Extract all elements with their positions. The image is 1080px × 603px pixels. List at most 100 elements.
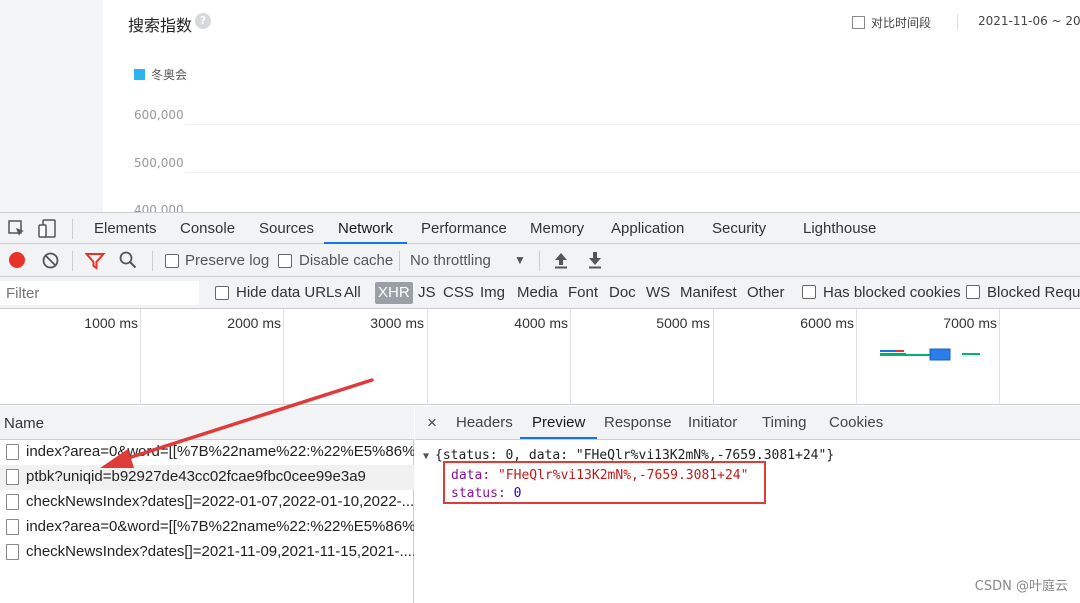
record-icon[interactable] <box>9 252 25 268</box>
device-toolbar-icon[interactable] <box>38 219 58 239</box>
toolbar-divider <box>399 251 400 271</box>
compare-period-label: 对比时间段 <box>871 16 932 30</box>
disable-cache-checkbox[interactable] <box>278 254 292 268</box>
search-icon[interactable] <box>119 251 137 269</box>
tab-security[interactable]: Security <box>712 213 766 244</box>
tab-elements[interactable]: Elements <box>94 213 157 244</box>
expand-triangle-icon[interactable]: ▼ <box>423 451 429 462</box>
filter-type-other[interactable]: Other <box>747 282 785 304</box>
tab-memory[interactable]: Memory <box>530 213 584 244</box>
document-icon <box>6 494 19 510</box>
timeline-gridline <box>427 309 428 405</box>
filter-bar: Hide data URLs All XHR JS CSS Img Media … <box>0 277 1080 309</box>
timeline-tick-label: 7000 ms <box>943 315 997 331</box>
filter-input[interactable] <box>0 281 199 305</box>
tab-application[interactable]: Application <box>611 213 684 244</box>
y-tick-label: 600,000 <box>134 108 184 122</box>
grid-line <box>185 172 1080 173</box>
timeline-tick-label: 5000 ms <box>656 315 710 331</box>
request-row[interactable]: index?area=0&word=[[%7B%22name%22:%22%E5… <box>0 515 414 540</box>
request-list-pane: Name index?area=0&word=[[%7B%22name%22:%… <box>0 406 414 603</box>
tab-headers[interactable]: Headers <box>456 406 513 439</box>
clear-icon[interactable] <box>42 252 59 269</box>
toolbar-divider <box>72 219 73 239</box>
timeline-gridline <box>856 309 857 405</box>
devtools-tab-bar: Elements Console Sources Network Perform… <box>0 212 1080 244</box>
timeline-gridline <box>570 309 571 405</box>
request-timing-bars <box>880 348 980 361</box>
request-detail-pane: × Headers Preview Response Initiator Tim… <box>415 406 1080 603</box>
disable-cache-label: Disable cache <box>299 252 394 269</box>
timeline-tick-label: 6000 ms <box>800 315 854 331</box>
help-icon[interactable]: ? <box>195 13 211 29</box>
close-icon[interactable]: × <box>427 406 437 439</box>
inspect-element-icon[interactable] <box>8 220 26 238</box>
tab-sources[interactable]: Sources <box>259 213 314 244</box>
filter-type-img[interactable]: Img <box>480 282 505 304</box>
filter-type-all[interactable]: All <box>344 282 361 304</box>
filter-type-media[interactable]: Media <box>517 282 558 304</box>
has-blocked-cookies-checkbox[interactable] <box>802 285 816 299</box>
filter-type-js[interactable]: JS <box>418 282 436 304</box>
filter-icon[interactable] <box>85 252 105 270</box>
timeline-gridline <box>140 309 141 405</box>
document-icon <box>6 544 19 560</box>
tab-lighthouse[interactable]: Lighthouse <box>803 213 876 244</box>
legend-swatch <box>134 69 145 80</box>
header-divider <box>957 14 958 30</box>
timeline-gridline <box>999 309 1000 405</box>
tab-timing[interactable]: Timing <box>762 406 806 439</box>
name-column-header[interactable]: Name <box>0 406 414 440</box>
blocked-requests-label: Blocked Reque <box>987 284 1080 301</box>
toolbar-divider <box>152 251 153 271</box>
preserve-log-checkbox[interactable] <box>165 254 179 268</box>
tab-initiator[interactable]: Initiator <box>688 406 737 439</box>
filter-type-font[interactable]: Font <box>568 282 598 304</box>
request-name: index?area=0&word=[[%7B%22name%22:%22%E5… <box>26 443 414 460</box>
filter-type-css[interactable]: CSS <box>443 282 474 304</box>
request-row[interactable]: index?area=0&word=[[%7B%22name%22:%22%E5… <box>0 440 414 465</box>
document-icon <box>6 444 19 460</box>
document-icon <box>6 469 19 485</box>
tab-preview[interactable]: Preview <box>520 406 598 439</box>
filter-type-doc[interactable]: Doc <box>609 282 636 304</box>
export-har-icon[interactable] <box>587 251 603 269</box>
request-row[interactable]: checkNewsIndex?dates[]=2022-01-07,2022-0… <box>0 490 414 515</box>
document-icon <box>6 519 19 535</box>
page-left-strip <box>0 0 103 212</box>
tab-console[interactable]: Console <box>180 213 235 244</box>
has-blocked-cookies-label: Has blocked cookies <box>823 284 961 301</box>
throttling-select[interactable]: No throttling <box>410 252 491 269</box>
request-name: checkNewsIndex?dates[]=2021-11-09,2021-1… <box>26 543 414 560</box>
tab-cookies[interactable]: Cookies <box>829 406 883 439</box>
network-overview-timeline[interactable]: 1000 ms 2000 ms 3000 ms 4000 ms 5000 ms … <box>0 309 1080 405</box>
filter-type-manifest[interactable]: Manifest <box>680 282 737 304</box>
preserve-log-label: Preserve log <box>185 252 270 269</box>
toolbar-divider <box>539 251 540 271</box>
blocked-requests-checkbox[interactable] <box>966 285 980 299</box>
tab-performance[interactable]: Performance <box>421 213 507 244</box>
y-tick-label: 500,000 <box>134 156 184 170</box>
annotation-highlight-box <box>443 461 766 504</box>
request-row[interactable]: checkNewsIndex?dates[]=2021-11-09,2021-1… <box>0 540 414 565</box>
tab-response[interactable]: Response <box>604 406 672 439</box>
hide-data-urls-checkbox[interactable] <box>215 286 229 300</box>
network-toolbar: Preserve log Disable cache No throttling… <box>0 244 1080 277</box>
request-name: index?area=0&word=[[%7B%22name%22:%22%E5… <box>26 518 414 535</box>
request-name: checkNewsIndex?dates[]=2022-01-07,2022-0… <box>26 493 414 510</box>
timeline-tick-label: 4000 ms <box>514 315 568 331</box>
date-range-picker[interactable]: 2021-11-06 ~ 20 <box>978 14 1080 28</box>
watermark: CSDN @叶庭云 <box>974 579 1068 594</box>
chevron-down-icon[interactable]: ▼ <box>514 253 526 267</box>
timeline-tick-label: 1000 ms <box>84 315 138 331</box>
tab-network[interactable]: Network <box>324 213 408 244</box>
request-row-selected[interactable]: ptbk?uniqid=b92927de43cc02fcae9fbc0cee99… <box>0 465 414 490</box>
import-har-icon[interactable] <box>553 251 569 269</box>
filter-type-ws[interactable]: WS <box>646 282 670 304</box>
filter-type-xhr[interactable]: XHR <box>375 282 413 304</box>
page-title: 搜索指数 <box>128 16 193 35</box>
legend-label: 冬奥会 <box>151 68 188 82</box>
web-page: 搜索指数 ? 对比时间段 2021-11-06 ~ 20 冬奥会 600,000… <box>0 0 1080 212</box>
grid-line <box>185 124 1080 125</box>
compare-period-checkbox[interactable] <box>852 16 865 29</box>
